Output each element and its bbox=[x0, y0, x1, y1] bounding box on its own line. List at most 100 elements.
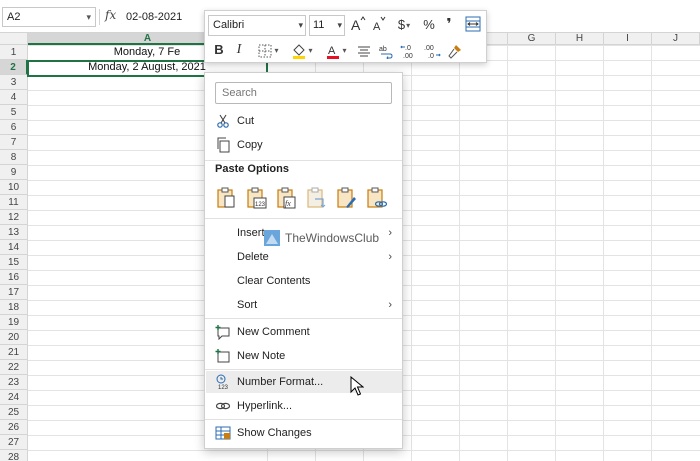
menu-item-label: Delete bbox=[237, 251, 269, 263]
row-header[interactable]: 10 bbox=[0, 180, 28, 195]
font-color-icon: A bbox=[327, 45, 340, 59]
row-header[interactable]: 28 bbox=[0, 450, 28, 461]
windows-club-logo-icon bbox=[264, 230, 280, 246]
column-divider bbox=[507, 45, 508, 461]
percent-style-button[interactable]: % bbox=[420, 15, 438, 35]
row-header[interactable]: 24 bbox=[0, 390, 28, 405]
font-name-select[interactable]: Calibri ▾ bbox=[208, 15, 306, 36]
row-header[interactable]: 8 bbox=[0, 150, 28, 165]
row-header[interactable]: 23 bbox=[0, 375, 28, 390]
row-header[interactable]: 20 bbox=[0, 330, 28, 345]
row-header[interactable]: 7 bbox=[0, 135, 28, 150]
menu-item-delete[interactable]: Delete › bbox=[206, 246, 402, 268]
name-box-value: A2 bbox=[7, 11, 21, 23]
insert-function-icon[interactable]: fx bbox=[105, 8, 116, 22]
paste-icon[interactable] bbox=[213, 185, 239, 211]
chevron-down-icon: ▾ bbox=[342, 45, 347, 55]
bold-button[interactable]: B bbox=[211, 40, 227, 60]
row-header[interactable]: 21 bbox=[0, 345, 28, 360]
row-header[interactable]: 12 bbox=[0, 210, 28, 225]
paste-transpose-icon[interactable] bbox=[303, 185, 329, 211]
menu-item-label: Number Format... bbox=[237, 376, 324, 388]
menu-item-label: New Comment bbox=[237, 326, 310, 338]
paste-link-icon[interactable] bbox=[363, 185, 389, 211]
row-header[interactable]: 5 bbox=[0, 105, 28, 120]
menu-item-copy[interactable]: Copy bbox=[206, 134, 402, 156]
font-size-select[interactable]: 11 ▾ bbox=[309, 15, 345, 36]
paste-formatting-icon[interactable] bbox=[333, 185, 359, 211]
font-size-value: 11 bbox=[313, 19, 325, 31]
merge-center-icon bbox=[465, 16, 481, 32]
borders-button[interactable]: ▾ bbox=[253, 40, 283, 60]
row-header-selected[interactable]: 2 bbox=[0, 60, 28, 75]
wrap-text-icon: ab bbox=[379, 46, 393, 59]
increase-font-size-button[interactable]: A bbox=[348, 15, 368, 35]
paste-formulas-icon[interactable]: fx bbox=[273, 185, 299, 211]
format-painter-button[interactable] bbox=[445, 40, 465, 60]
row-header[interactable]: 19 bbox=[0, 315, 28, 330]
italic-button[interactable]: I bbox=[232, 40, 246, 60]
row-header[interactable]: 4 bbox=[0, 90, 28, 105]
row-header[interactable]: 6 bbox=[0, 120, 28, 135]
column-header-i[interactable]: I bbox=[604, 33, 652, 45]
row-header[interactable]: 16 bbox=[0, 270, 28, 285]
menu-item-number-format[interactable]: 123 Number Format... bbox=[206, 371, 402, 393]
currency-format-button[interactable]: $▾ bbox=[391, 15, 417, 35]
menu-item-new-comment[interactable]: New Comment bbox=[206, 321, 402, 343]
chevron-down-icon: ▾ bbox=[308, 45, 313, 55]
menu-item-label: Cut bbox=[237, 115, 255, 127]
row-header[interactable]: 11 bbox=[0, 195, 28, 210]
chevron-down-icon: ▾ bbox=[86, 12, 91, 22]
menu-item-show-changes[interactable]: Show Changes bbox=[206, 422, 402, 444]
mouse-pointer-icon bbox=[350, 376, 364, 396]
number-format-icon: 123 bbox=[216, 374, 229, 390]
row-header[interactable]: 13 bbox=[0, 225, 28, 240]
menu-item-label: Copy bbox=[237, 139, 263, 151]
chevron-down-icon: ▾ bbox=[337, 20, 342, 30]
row-header[interactable]: 25 bbox=[0, 405, 28, 420]
paste-options-heading: Paste Options bbox=[215, 163, 289, 175]
name-box[interactable]: A2 ▾ bbox=[2, 7, 96, 27]
fill-color-button[interactable]: ▾ bbox=[287, 40, 317, 60]
menu-item-cut[interactable]: Cut bbox=[206, 110, 402, 132]
row-header[interactable]: 26 bbox=[0, 420, 28, 435]
font-color-button[interactable]: A ▾ bbox=[321, 40, 351, 60]
format-painter-icon bbox=[448, 44, 461, 59]
row-header[interactable]: 22 bbox=[0, 360, 28, 375]
row-header[interactable]: 1 bbox=[0, 45, 28, 60]
menu-item-clear-contents[interactable]: Clear Contents bbox=[206, 270, 402, 292]
comma-style-button[interactable]: ❜ bbox=[441, 15, 457, 35]
align-center-button[interactable] bbox=[355, 40, 373, 60]
chevron-down-icon: ▾ bbox=[406, 20, 411, 30]
formula-input[interactable]: 02-08-2021 bbox=[123, 7, 207, 27]
menu-separator bbox=[205, 369, 402, 370]
column-header-j[interactable]: J bbox=[652, 33, 700, 45]
row-header[interactable]: 14 bbox=[0, 240, 28, 255]
menu-item-hyperlink[interactable]: Hyperlink... bbox=[206, 395, 402, 417]
chevron-right-icon: › bbox=[388, 299, 392, 311]
row-header[interactable]: 9 bbox=[0, 165, 28, 180]
select-all-corner[interactable] bbox=[0, 33, 28, 45]
svg-text:ab: ab bbox=[379, 46, 387, 53]
increase-decimal-button[interactable]: .0.00 bbox=[399, 40, 419, 60]
menu-item-sort[interactable]: Sort › bbox=[206, 294, 402, 316]
paste-values-icon[interactable]: 123 bbox=[243, 185, 269, 211]
menu-item-new-note[interactable]: New Note bbox=[206, 345, 402, 367]
merge-center-button[interactable] bbox=[463, 15, 483, 35]
menu-search-input[interactable]: Search bbox=[215, 82, 392, 104]
decrease-font-size-button[interactable]: A bbox=[369, 15, 389, 35]
wrap-text-button[interactable]: ab bbox=[377, 40, 395, 60]
column-header-h[interactable]: H bbox=[556, 33, 604, 45]
row-header[interactable]: 18 bbox=[0, 300, 28, 315]
align-center-icon bbox=[358, 46, 370, 57]
row-header[interactable]: 27 bbox=[0, 435, 28, 450]
row-header[interactable]: 17 bbox=[0, 285, 28, 300]
row-header[interactable]: 15 bbox=[0, 255, 28, 270]
decrease-decimal-button[interactable]: .00.0 bbox=[422, 40, 442, 60]
row-header[interactable]: 3 bbox=[0, 75, 28, 90]
svg-text:.00: .00 bbox=[403, 53, 413, 59]
column-header-g[interactable]: G bbox=[508, 33, 556, 45]
new-note-icon bbox=[215, 349, 230, 363]
chevron-down-icon: ▾ bbox=[274, 45, 279, 55]
menu-item-label: Sort bbox=[237, 299, 258, 311]
